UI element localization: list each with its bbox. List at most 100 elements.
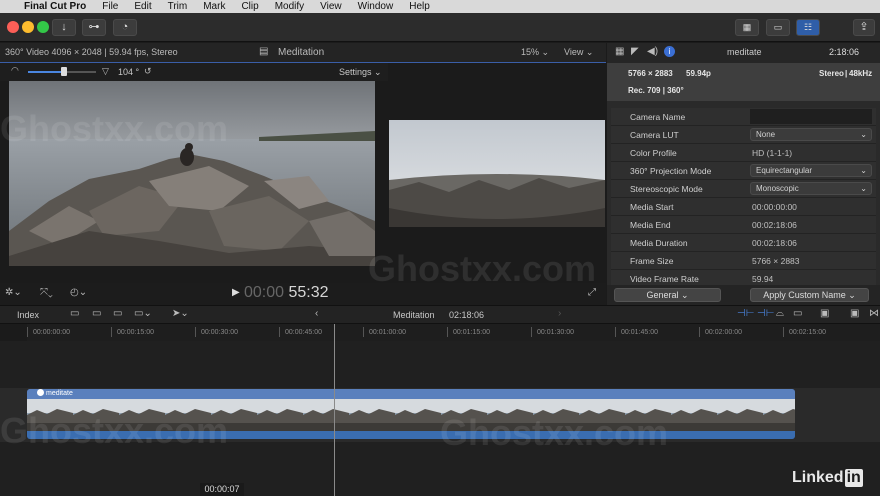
retime-menu-icon[interactable]: ◴⌄ bbox=[70, 287, 87, 298]
libraries-toggle-icon[interactable]: ▦ bbox=[735, 19, 759, 36]
property-value[interactable] bbox=[750, 109, 872, 124]
index-button[interactable]: Index bbox=[17, 310, 39, 320]
transform-menu-icon[interactable]: ✲⌄ bbox=[5, 287, 22, 298]
angle-slider-fill bbox=[28, 71, 64, 73]
menu-mark[interactable]: Mark bbox=[203, 0, 225, 13]
ruler-tick-label: 00:00:15:00 bbox=[117, 329, 154, 336]
enhancements-menu-icon[interactable]: ⤧⌄ bbox=[40, 287, 53, 298]
360-badge-icon bbox=[37, 389, 44, 396]
insert-clip-icon[interactable]: ▭ bbox=[92, 308, 101, 319]
inspector-duration: 2:18:06 bbox=[829, 47, 860, 57]
ruler-tick-label: 00:01:30:00 bbox=[537, 329, 574, 336]
timeline-toggle-icon[interactable]: ▭ bbox=[766, 19, 790, 36]
solo-icon[interactable]: ▭ bbox=[793, 308, 802, 319]
property-label: Media Duration bbox=[630, 238, 688, 248]
filmstrip-frame bbox=[717, 399, 763, 431]
clapper-icon: ▤ bbox=[259, 46, 269, 57]
linkedin-word: Linked bbox=[792, 469, 844, 486]
film-icon[interactable]: ▦ bbox=[615, 46, 624, 57]
general-metadata-menu[interactable]: General ⌄ bbox=[614, 288, 721, 302]
audio-only-icon[interactable]: ⊣⊢ bbox=[757, 308, 774, 319]
transitions-browser-icon[interactable]: ⋈ bbox=[869, 308, 879, 319]
effects-browser-icon[interactable]: ▣ bbox=[850, 308, 859, 319]
angle-value[interactable]: 104 ° bbox=[118, 67, 139, 77]
inspector-toggle-icon[interactable]: ☷ bbox=[796, 19, 820, 36]
inspector-footer: General ⌄ Apply Custom Name ⌄ bbox=[607, 285, 880, 305]
ruler-tick bbox=[447, 327, 448, 337]
playhead[interactable] bbox=[334, 324, 335, 496]
ruler-tick-label: 00:01:45:00 bbox=[621, 329, 658, 336]
menu-file[interactable]: File bbox=[102, 0, 118, 13]
menu-window[interactable]: Window bbox=[358, 0, 394, 13]
history-forward-icon[interactable]: › bbox=[558, 308, 561, 319]
chevron-down-icon: ⌄ bbox=[860, 130, 867, 139]
video-only-icon[interactable]: ⊣⊢ bbox=[737, 308, 754, 319]
settings-menu[interactable]: Settings ⌄ bbox=[339, 67, 382, 78]
property-dropdown-value: Monoscopic bbox=[756, 184, 799, 193]
filmstrip-frame bbox=[349, 399, 395, 431]
select-tool-icon[interactable]: ➤⌄ bbox=[172, 308, 189, 319]
menu-edit[interactable]: Edit bbox=[134, 0, 151, 13]
history-back-icon[interactable]: ‹ bbox=[315, 308, 318, 319]
headphones-icon[interactable]: ⌓ bbox=[776, 308, 784, 319]
menu-modify[interactable]: Modify bbox=[275, 0, 304, 13]
property-row: Camera LUT None ⌄ bbox=[611, 126, 876, 144]
property-dropdown[interactable]: None ⌄ bbox=[750, 128, 872, 141]
apply-custom-name-button[interactable]: Apply Custom Name ⌄ bbox=[750, 288, 869, 302]
zoom-window-button[interactable] bbox=[37, 21, 49, 33]
reset-icon[interactable]: ↺ bbox=[144, 66, 152, 77]
minimize-window-button[interactable] bbox=[22, 21, 34, 33]
view-menu[interactable]: View ⌄ bbox=[564, 47, 593, 58]
connect-clip-icon[interactable]: ▭ bbox=[70, 308, 79, 319]
filmstrip-frame bbox=[303, 399, 349, 431]
timeline-ruler[interactable]: 00:00:00:00 00:00:15:00 00:00:30:00 00:00:4… bbox=[27, 324, 880, 341]
filmstrip-frame bbox=[395, 399, 441, 431]
ruler-tick bbox=[363, 327, 364, 337]
close-window-button[interactable] bbox=[7, 21, 19, 33]
zoom-menu[interactable]: 15% ⌄ bbox=[521, 47, 549, 58]
property-label: Frame Size bbox=[630, 256, 674, 266]
property-row: Media End 00:02:18:06 bbox=[611, 216, 876, 234]
menu-view[interactable]: View bbox=[320, 0, 342, 13]
inspector-header: ▦ ◤ ◀) i meditate 2:18:06 bbox=[607, 43, 880, 63]
inspector-panel: ▦ ◤ ◀) i meditate 2:18:06 5766 × 2883 59… bbox=[607, 43, 880, 305]
chevron-down-icon: ⌄ bbox=[860, 166, 867, 175]
property-row: Color Profile HD (1-1-1) bbox=[611, 144, 876, 162]
property-row: Media Duration 00:02:18:06 bbox=[611, 234, 876, 252]
menu-trim[interactable]: Trim bbox=[168, 0, 188, 13]
ruler-tick-label: 00:00:45:00 bbox=[285, 329, 322, 336]
field-of-view-icon: ▽ bbox=[102, 66, 109, 76]
info-icon[interactable]: i bbox=[664, 46, 675, 57]
color-icon[interactable]: ◤ bbox=[631, 46, 639, 57]
ruler-tick-label: 00:01:15:00 bbox=[453, 329, 490, 336]
timeline-project-name: Meditation bbox=[393, 310, 435, 320]
append-clip-icon[interactable]: ▭ bbox=[113, 308, 122, 319]
watermark: Ghostxx.com bbox=[368, 248, 597, 289]
property-label: Media End bbox=[630, 220, 671, 230]
menu-bar: Final Cut Pro File Edit Trim Mark Clip M… bbox=[0, 0, 880, 13]
clip-appearance-icon[interactable]: ▣ bbox=[820, 308, 829, 319]
menu-clip[interactable]: Clip bbox=[241, 0, 258, 13]
watermark: Ghostxx.com bbox=[440, 412, 669, 453]
overwrite-clip-icon[interactable]: ▭⌄ bbox=[134, 308, 152, 319]
audio-icon[interactable]: ◀) bbox=[647, 46, 658, 57]
keywords-icon[interactable]: ⊶ bbox=[82, 19, 106, 36]
skimmer-timecode: 00:00:07 bbox=[200, 483, 244, 496]
share-icon[interactable]: ⇪ bbox=[853, 19, 875, 36]
viewer-title: Meditation bbox=[278, 47, 325, 58]
info-fps: 59.94p bbox=[686, 69, 711, 78]
property-row: Camera Name bbox=[611, 108, 876, 126]
watermark: Ghostxx.com bbox=[0, 108, 229, 149]
import-icon[interactable]: ↓ bbox=[52, 19, 76, 36]
clip-name-label: meditate bbox=[46, 390, 73, 397]
property-dropdown[interactable]: Monoscopic ⌄ bbox=[750, 182, 872, 195]
angle-slider-handle[interactable] bbox=[61, 67, 67, 76]
inspector-clip-name: meditate bbox=[727, 47, 762, 57]
viewer-header: 360° Video 4096 × 2048 | 59.94 fps, Ster… bbox=[0, 43, 606, 63]
app-menu[interactable]: Final Cut Pro bbox=[24, 0, 86, 13]
filmstrip-frame bbox=[763, 399, 795, 431]
background-tasks-icon[interactable]: ◔ bbox=[113, 19, 137, 36]
menu-help[interactable]: Help bbox=[409, 0, 430, 13]
property-dropdown[interactable]: Equirectangular ⌄ bbox=[750, 164, 872, 177]
ruler-tick-label: 00:00:00:00 bbox=[33, 329, 70, 336]
